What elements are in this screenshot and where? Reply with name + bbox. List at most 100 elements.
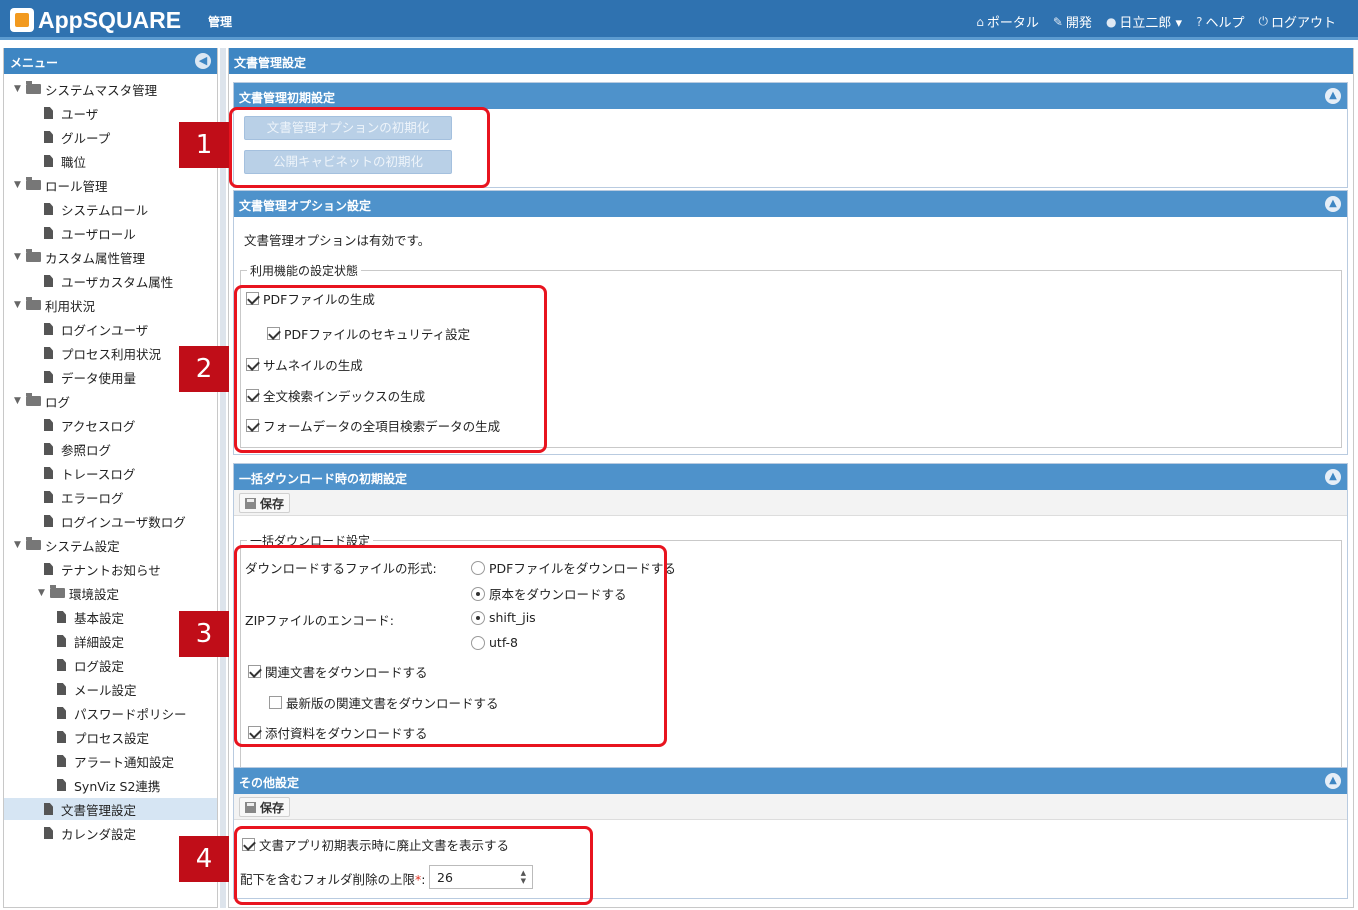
- collapse-panel-icon[interactable]: ▲: [1325, 88, 1341, 104]
- sidebar-item[interactable]: 詳細設定: [4, 630, 124, 652]
- sidebar-item-label: カレンダ設定: [61, 826, 137, 842]
- sidebar-item[interactable]: ユーザカスタム属性: [4, 270, 173, 292]
- file-icon: [44, 803, 53, 815]
- sidebar-item-label: テナントお知らせ: [61, 562, 161, 578]
- nav-label: ログアウト: [1270, 16, 1336, 31]
- top-nav: ⌂ ポータル ✎ 開発 ● 日立二郎 ▾ ? ヘルプ ⏻ ログアウト: [976, 12, 1336, 31]
- sidebar-item[interactable]: ▼ システムマスタ管理: [4, 78, 157, 100]
- sidebar-item[interactable]: グループ: [4, 126, 110, 148]
- panel-header: その他設定 ▲: [234, 768, 1347, 794]
- panel-toolbar: 保存: [234, 490, 1347, 516]
- nav-user-menu[interactable]: ● 日立二郎 ▾: [1105, 12, 1182, 32]
- callout-box-3: [234, 545, 667, 747]
- collapse-sidebar-icon[interactable]: ◀: [195, 53, 211, 69]
- sidebar-title: メニュー: [10, 56, 59, 70]
- expand-toggle-icon[interactable]: ▼: [14, 396, 26, 406]
- top-bar: AppSQUARE 管理 ⌂ ポータル ✎ 開発 ● 日立二郎 ▾ ? ヘルプ ⏻ ログア…: [0, 0, 1358, 40]
- sidebar-item[interactable]: SynViz S2連携: [4, 774, 160, 796]
- sidebar-item[interactable]: データ使用量: [4, 366, 136, 388]
- sidebar-item[interactable]: プロセス設定: [4, 726, 149, 748]
- expand-toggle-icon[interactable]: ▼: [14, 180, 26, 190]
- sidebar-item-label: パスワードポリシー: [74, 706, 187, 722]
- sidebar-item-label: システム設定: [45, 538, 120, 554]
- file-icon: [57, 635, 66, 647]
- nav-logout[interactable]: ⏻ ログアウト: [1258, 12, 1336, 31]
- sidebar-item[interactable]: ユーザ: [4, 102, 98, 124]
- sidebar-item[interactable]: 参照ログ: [4, 438, 111, 460]
- sidebar-item[interactable]: アラート通知設定: [4, 750, 174, 772]
- file-icon: [44, 515, 53, 527]
- power-icon: ⏻: [1258, 14, 1268, 28]
- nav-help[interactable]: ? ヘルプ: [1196, 12, 1244, 32]
- sidebar-item-label: 詳細設定: [74, 634, 125, 650]
- expand-toggle-icon[interactable]: ▼: [14, 300, 26, 310]
- user-icon: ●: [1105, 14, 1117, 29]
- callout-box-1: [229, 107, 490, 188]
- sidebar-item-label: トレースログ: [61, 466, 136, 482]
- sidebar-item-label: 利用状況: [45, 298, 96, 314]
- sidebar-item-label: ログインユーザ数ログ: [61, 514, 186, 530]
- expand-toggle-icon[interactable]: ▼: [14, 84, 26, 94]
- nav-develop[interactable]: ✎ 開発: [1052, 12, 1092, 32]
- folder-icon: [26, 177, 41, 190]
- folder-icon: [50, 585, 65, 598]
- sidebar-item[interactable]: アクセスログ: [4, 414, 135, 436]
- file-icon: [44, 467, 53, 479]
- sidebar-item[interactable]: ログインユーザ数ログ: [4, 510, 186, 532]
- sidebar-item[interactable]: トレースログ: [4, 462, 135, 484]
- expand-toggle-icon[interactable]: ▼: [14, 540, 26, 550]
- app-logo[interactable]: AppSQUARE: [10, 6, 181, 34]
- sidebar-item[interactable]: 基本設定: [4, 606, 124, 628]
- save-button[interactable]: 保存: [239, 797, 291, 817]
- file-icon: [57, 755, 66, 767]
- sidebar-item[interactable]: カレンダ設定: [4, 822, 136, 844]
- sidebar-item[interactable]: システムロール: [4, 198, 148, 220]
- sidebar-item[interactable]: ログインユーザ: [4, 318, 148, 340]
- nav-portal[interactable]: ⌂ ポータル: [976, 12, 1039, 32]
- app-title: 管理: [208, 15, 233, 29]
- splitter-handle[interactable]: [220, 48, 226, 908]
- sidebar-item-label: プロセス利用状況: [61, 346, 162, 362]
- fieldset-legend: 利用機能の設定状態: [247, 262, 362, 279]
- page-title: 文書管理設定: [229, 48, 1353, 74]
- panel-toolbar: 保存: [234, 794, 1347, 820]
- file-icon: [57, 731, 66, 743]
- panel-title: その他設定: [239, 776, 300, 790]
- collapse-panel-icon[interactable]: ▲: [1325, 773, 1341, 789]
- file-icon: [44, 203, 53, 215]
- floppy-icon: [245, 497, 256, 509]
- sidebar-item-label: プロセス設定: [74, 730, 150, 746]
- sidebar-item-label: グループ: [61, 130, 111, 146]
- expand-toggle-icon[interactable]: ▼: [38, 588, 50, 598]
- file-icon: [44, 107, 53, 119]
- sidebar-item[interactable]: メール設定: [4, 678, 137, 700]
- wrench-icon: ✎: [1052, 14, 1063, 29]
- file-icon: [44, 827, 53, 839]
- option-status-text: 文書管理オプションは有効です。: [244, 233, 431, 248]
- collapse-panel-icon[interactable]: ▲: [1325, 469, 1341, 485]
- sidebar-item[interactable]: ▼ システム設定: [4, 534, 120, 556]
- file-icon: [44, 491, 53, 503]
- sidebar-item-label: ログ設定: [74, 658, 125, 674]
- save-button[interactable]: 保存: [239, 493, 291, 513]
- sidebar-item[interactable]: 文書管理設定: [4, 798, 217, 820]
- sidebar-item[interactable]: ▼ ロール管理: [4, 174, 108, 196]
- sidebar-item[interactable]: エラーログ: [4, 486, 124, 508]
- sidebar-item[interactable]: 職位: [4, 150, 86, 172]
- sidebar-item[interactable]: ログ設定: [4, 654, 124, 676]
- sidebar-item[interactable]: パスワードポリシー: [4, 702, 187, 724]
- sidebar-item[interactable]: ▼ 環境設定: [4, 582, 119, 604]
- sidebar-item-label: アラート通知設定: [74, 754, 175, 770]
- sidebar-item[interactable]: ▼ ログ: [4, 390, 70, 412]
- sidebar-item[interactable]: プロセス利用状況: [4, 342, 161, 364]
- folder-icon: [26, 393, 41, 406]
- file-icon: [57, 779, 66, 791]
- collapse-panel-icon[interactable]: ▲: [1325, 196, 1341, 212]
- sidebar-item[interactable]: ユーザロール: [4, 222, 136, 244]
- sidebar-item[interactable]: ▼ 利用状況: [4, 294, 95, 316]
- sidebar-item-label: カスタム属性管理: [45, 250, 146, 266]
- home-icon: ⌂: [976, 14, 984, 29]
- expand-toggle-icon[interactable]: ▼: [14, 252, 26, 262]
- sidebar-item[interactable]: テナントお知らせ: [4, 558, 161, 580]
- sidebar-item[interactable]: ▼ カスタム属性管理: [4, 246, 145, 268]
